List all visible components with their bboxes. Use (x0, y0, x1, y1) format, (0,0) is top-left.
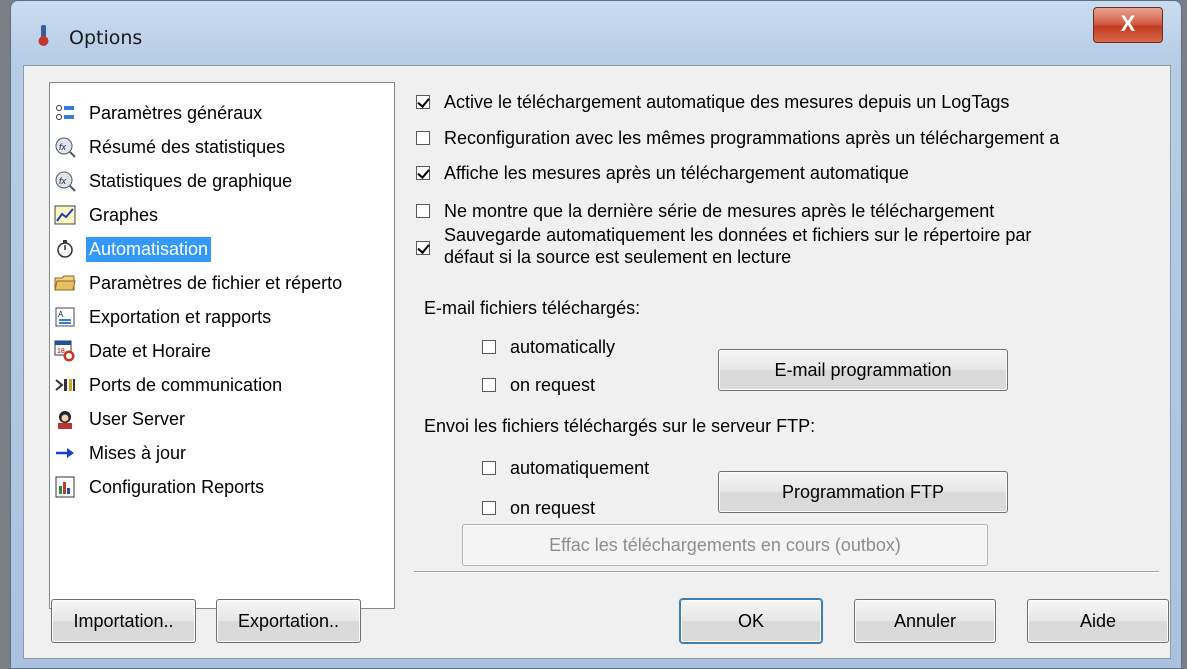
option-label: Reconfiguration avec les mêmes programma… (444, 128, 1060, 148)
tree-item-label: Configuration Reports (89, 476, 265, 497)
stopwatch-icon (54, 238, 76, 260)
option-label-line2: défaut si la source est seulement en lec… (444, 247, 792, 267)
arrow-right-icon (54, 442, 76, 464)
ftp-heading: Envoi les fichiers téléchargés sur le se… (424, 416, 816, 436)
email-on-request-checkbox[interactable] (482, 378, 496, 392)
email-automatically-checkbox[interactable] (482, 340, 496, 354)
option-label: Ne montre que la dernière série de mesur… (444, 201, 995, 221)
import-button[interactable]: Importation.. (51, 599, 196, 643)
option-show-measures[interactable]: Affiche les mesures après un téléchargem… (416, 163, 909, 184)
report-icon: A (54, 306, 76, 328)
ftp-on-request-checkbox[interactable] (482, 501, 496, 515)
email-on-request-option[interactable]: on request (482, 375, 595, 396)
separator (414, 571, 1159, 573)
tree-item-resume-statistiques[interactable]: fx Résumé des statistiques (54, 132, 288, 162)
tree-item-label: Paramètres généraux (89, 102, 263, 123)
option-label: automatically (510, 337, 616, 357)
email-automatically-option[interactable]: automatically (482, 337, 615, 358)
option-label: Active le téléchargement automatique des… (444, 92, 1010, 112)
tree-item-parametres-fichier[interactable]: Paramètres de fichier et réperto (54, 268, 345, 298)
programmation-ftp-button[interactable]: Programmation FTP (718, 471, 1008, 513)
config-report-icon (54, 476, 76, 498)
show-measures-checkbox[interactable] (416, 166, 430, 180)
reconfiguration-checkbox[interactable] (416, 131, 430, 145)
window-title: Options (69, 27, 143, 49)
svg-text:fx: fx (59, 142, 67, 152)
tree-item-label: Paramètres de fichier et réperto (89, 272, 343, 293)
ftp-on-request-option[interactable]: on request (482, 498, 595, 519)
tree-item-mises-a-jour[interactable]: Mises à jour (54, 438, 189, 468)
tree-item-exportation-rapports[interactable]: A Exportation et rapports (54, 302, 274, 332)
close-button[interactable]: X (1093, 7, 1163, 43)
calendar-clock-icon: 18 (54, 340, 76, 362)
help-button[interactable]: Aide (1027, 599, 1169, 643)
app-icon (38, 25, 49, 46)
option-reconfiguration[interactable]: Reconfiguration avec les mêmes programma… (416, 128, 1059, 149)
user-server-icon (54, 408, 76, 430)
last-series-checkbox[interactable] (416, 204, 430, 218)
tree-item-label: User Server (89, 408, 186, 429)
tree-item-label: Statistiques de graphique (89, 170, 293, 191)
tree-item-ports-communication[interactable]: Ports de communication (54, 370, 285, 400)
tree-item-label: Ports de communication (89, 374, 283, 395)
tree-item-user-server[interactable]: User Server (54, 404, 188, 434)
option-label: on request (510, 375, 596, 395)
option-last-series-only[interactable]: Ne montre que la dernière série de mesur… (416, 201, 994, 222)
svg-text:fx: fx (59, 176, 67, 186)
option-auto-save[interactable]: Sauvegarde automatiquement les données e… (416, 224, 1031, 268)
option-label: Affiche les mesures après un téléchargem… (444, 163, 909, 183)
function-magnifier-icon: fx (54, 136, 76, 158)
dialog-client-area: Paramètres généraux fx Résumé des statis… (23, 65, 1171, 659)
export-button[interactable]: Exportation.. (216, 599, 361, 643)
folder-icon (54, 272, 76, 294)
ftp-automatically-option[interactable]: automatiquement (482, 458, 649, 479)
options-category-list[interactable]: Paramètres généraux fx Résumé des statis… (49, 82, 395, 609)
email-programmation-button[interactable]: E-mail programmation (718, 349, 1008, 391)
cancel-button[interactable]: Annuler (854, 599, 996, 643)
email-heading: E-mail fichiers téléchargés: (424, 298, 641, 318)
auto-save-checkbox[interactable] (416, 241, 430, 255)
tree-item-label: Mises à jour (89, 442, 187, 463)
options-window: Options X Paramètres généraux fx Résumé … (10, 0, 1182, 669)
tree-item-parametres-generaux[interactable]: Paramètres généraux (54, 98, 265, 128)
svg-text:A: A (58, 310, 64, 319)
clear-outbox-button[interactable]: Effac les téléchargements en cours (outb… (462, 524, 988, 566)
ports-icon (54, 374, 76, 396)
tree-item-label: Date et Horaire (89, 340, 212, 361)
ok-button[interactable]: OK (680, 599, 822, 643)
tree-item-date-horaire[interactable]: 18 Date et Horaire (54, 336, 214, 366)
auto-download-checkbox[interactable] (416, 95, 430, 109)
ftp-automatically-checkbox[interactable] (482, 461, 496, 475)
tree-item-configuration-reports[interactable]: Configuration Reports (54, 472, 267, 502)
tree-item-label: Résumé des statistiques (89, 136, 286, 157)
tree-item-graphes[interactable]: Graphes (54, 200, 161, 230)
function-magnifier-icon: fx (54, 170, 76, 192)
option-label: on request (510, 498, 596, 518)
tree-item-label: Graphes (89, 204, 159, 225)
tree-item-label: Exportation et rapports (89, 306, 272, 327)
svg-text:18: 18 (57, 348, 65, 355)
option-label-line1: Sauvegarde automatiquement les données e… (444, 225, 1032, 245)
tree-item-statistiques-graphique[interactable]: fx Statistiques de graphique (54, 166, 295, 196)
tree-item-automatisation[interactable]: Automatisation (54, 234, 212, 264)
graph-line-icon (54, 204, 76, 226)
settings-list-icon (54, 102, 76, 124)
title-bar[interactable]: Options X (11, 1, 1181, 63)
option-label: automatiquement (510, 458, 650, 478)
tree-item-label: Automatisation (86, 236, 212, 262)
option-auto-download[interactable]: Active le téléchargement automatique des… (416, 92, 1009, 113)
